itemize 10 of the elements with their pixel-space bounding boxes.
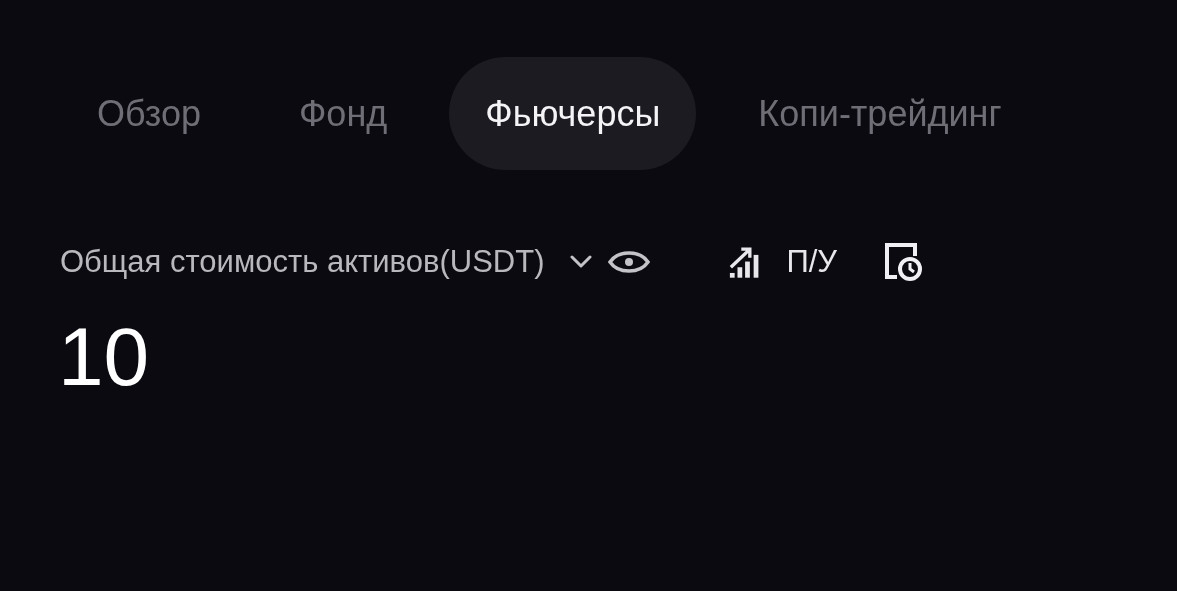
pnl-link[interactable]: П/У <box>786 244 838 280</box>
total-assets-label: Общая стоимость активов(USDT) <box>60 244 545 280</box>
tab[interactable]: Фонд <box>263 57 424 170</box>
chevron-down-icon[interactable] <box>570 255 593 269</box>
tab[interactable]: Обзор <box>61 57 237 170</box>
tab[interactable]: Копи-трейдинг <box>722 57 1038 170</box>
tab[interactable]: Фьючерсы <box>449 57 697 170</box>
balance-value: 10 <box>57 310 151 398</box>
history-icon[interactable] <box>883 242 924 282</box>
eye-icon[interactable] <box>608 249 651 275</box>
